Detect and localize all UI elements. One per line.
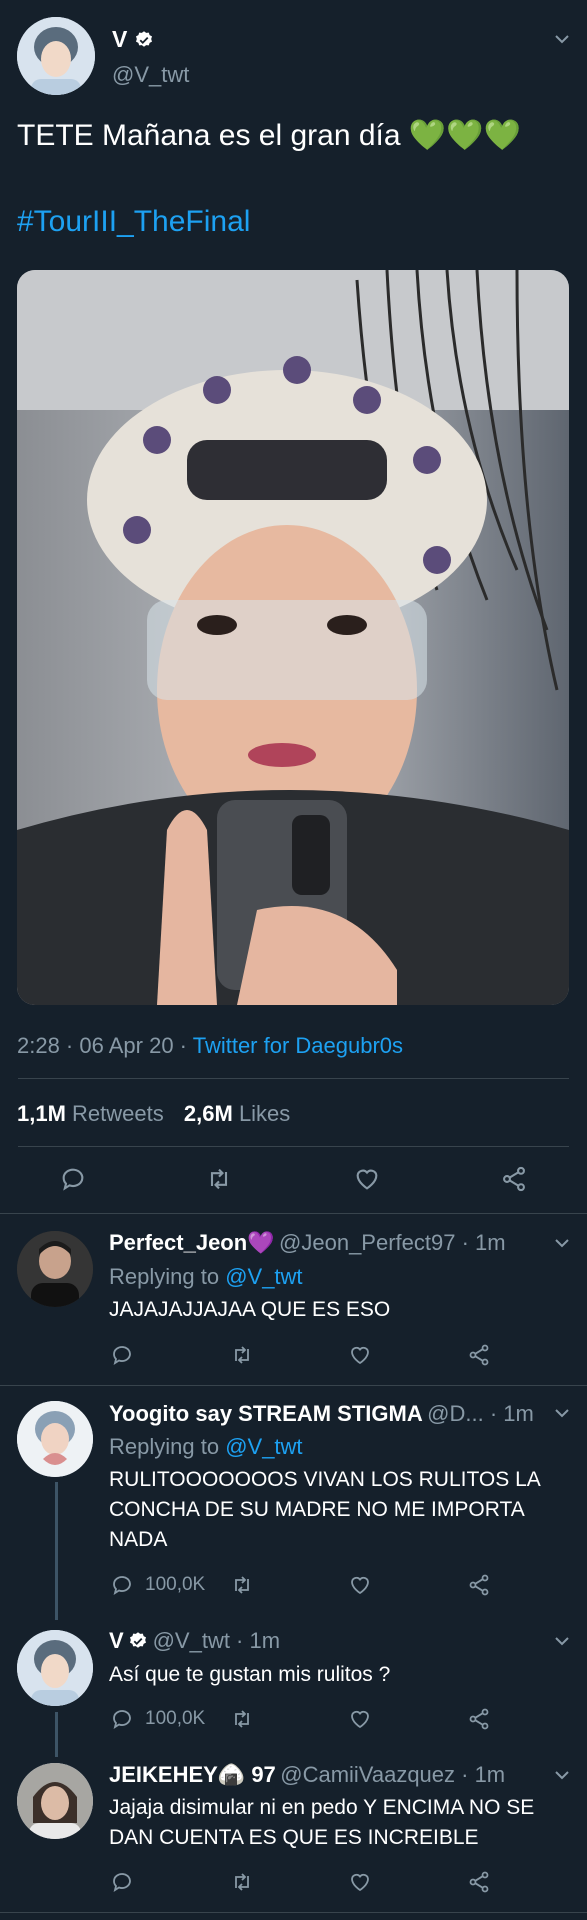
reply-avatar[interactable] (17, 1763, 93, 1839)
replying-to: Replying to @V_twt (109, 1264, 303, 1290)
divider (0, 1385, 587, 1386)
like-icon[interactable] (353, 1165, 381, 1193)
replying-to: Replying to @V_twt (109, 1434, 303, 1460)
reply-text: Así que te gustan mis rulitos ? (109, 1663, 391, 1686)
author-avatar[interactable] (17, 17, 95, 95)
reply-icon[interactable] (110, 1870, 134, 1894)
retweet-icon[interactable] (230, 1573, 254, 1597)
divider (18, 1146, 569, 1147)
tweet-time: 2:28 · 06 Apr 20 · (17, 1033, 193, 1058)
reply-handle[interactable]: @CamiiVaazquez · 1m (280, 1762, 505, 1787)
reply-handle[interactable]: @Jeon_Perfect97 · 1m (279, 1230, 506, 1255)
reply-text: JAJAJAJJAJAA QUE ES ESO (109, 1298, 391, 1321)
reply-handle[interactable]: @D... · 1m (427, 1401, 534, 1426)
retweets-label: Retweets (72, 1101, 164, 1126)
share-icon[interactable] (467, 1870, 491, 1894)
reply-icon[interactable] (110, 1707, 134, 1731)
verified-icon (130, 1632, 147, 1648)
share-icon[interactable] (467, 1343, 491, 1367)
retweet-icon[interactable] (230, 1870, 254, 1894)
retweet-icon[interactable] (205, 1165, 233, 1193)
retweets-count: 1,1M (17, 1101, 66, 1126)
retweet-icon[interactable] (230, 1343, 254, 1367)
retweet-icon[interactable] (230, 1707, 254, 1731)
share-icon[interactable] (467, 1573, 491, 1597)
verified-icon (135, 31, 152, 47)
reply-name[interactable]: Yoogito say STREAM STIGMA (109, 1401, 423, 1426)
thread-line (55, 1712, 58, 1757)
chevron-down-icon[interactable] (553, 1234, 571, 1252)
tweet-photo[interactable] (17, 270, 569, 1005)
chevron-down-icon[interactable] (553, 1632, 571, 1650)
replying-prefix: Replying to (109, 1434, 226, 1459)
reply-handle[interactable]: @V_twt · 1m (153, 1628, 280, 1653)
reply-icon[interactable] (59, 1165, 87, 1193)
reply-name[interactable]: V (109, 1628, 124, 1653)
reply-header[interactable]: JEIKEHEY🍙 97 @CamiiVaazquez · 1m (109, 1762, 505, 1788)
reply-icon[interactable] (110, 1573, 134, 1597)
divider (0, 1912, 587, 1913)
retweets-stat[interactable]: 1,1M Retweets (17, 1101, 164, 1126)
tweet-stats: 1,1M Retweets 2,6M Likes (17, 1101, 290, 1127)
chevron-down-icon[interactable] (553, 1404, 571, 1422)
reply-avatar[interactable] (17, 1630, 93, 1706)
author-name[interactable]: V (112, 26, 127, 52)
chevron-down-icon[interactable] (553, 30, 571, 48)
share-icon[interactable] (467, 1707, 491, 1731)
divider (0, 1213, 587, 1214)
thread-line (55, 1482, 58, 1620)
reply-header[interactable]: V @V_twt · 1m (109, 1628, 280, 1654)
reply-header[interactable]: Perfect_Jeon💜 @Jeon_Perfect97 · 1m (109, 1230, 506, 1256)
tweet-text: TETE Mañana es el gran día 💚💚💚 (17, 119, 521, 152)
share-icon[interactable] (500, 1165, 528, 1193)
tweet-meta: 2:28 · 06 Apr 20 · Twitter for Daegubr0s (17, 1033, 403, 1059)
author-handle[interactable]: @V_twt (112, 62, 189, 88)
reply-count: 100,0K (145, 1574, 206, 1595)
chevron-down-icon[interactable] (553, 1766, 571, 1784)
like-icon[interactable] (348, 1343, 372, 1367)
replying-prefix: Replying to (109, 1264, 226, 1289)
reply-text: Jajaja disimular ni en pedo Y ENCIMA NO … (109, 1796, 535, 1849)
reply-name[interactable]: Perfect_Jeon💜 (109, 1230, 275, 1255)
tweet-source[interactable]: Twitter for Daegubr0s (193, 1033, 403, 1058)
author-name-row[interactable]: V (112, 26, 154, 53)
like-icon[interactable] (348, 1707, 372, 1731)
reply-icon[interactable] (110, 1343, 134, 1367)
likes-stat[interactable]: 2,6M Likes (184, 1101, 290, 1126)
likes-count: 2,6M (183, 1101, 233, 1126)
likes-label: Likes (238, 1101, 291, 1126)
replying-to-handle[interactable]: @V_twt (225, 1264, 302, 1289)
replying-to-handle[interactable]: @V_twt (225, 1434, 302, 1459)
reply-name[interactable]: JEIKEHEY🍙 97 (109, 1762, 276, 1787)
like-icon[interactable] (348, 1870, 372, 1894)
reply-text: RULITOOOOOOOS VIVAN LOS RULITOS LA CONCH… (109, 1468, 540, 1551)
reply-count: 100,0K (145, 1708, 206, 1729)
like-icon[interactable] (348, 1573, 372, 1597)
reply-header[interactable]: Yoogito say STREAM STIGMA @D... · 1m (109, 1401, 534, 1427)
reply-avatar[interactable] (17, 1401, 93, 1477)
reply-avatar[interactable] (17, 1231, 93, 1307)
divider (18, 1078, 569, 1079)
tweet-hashtag[interactable]: #TourIII_TheFinal (17, 205, 250, 239)
